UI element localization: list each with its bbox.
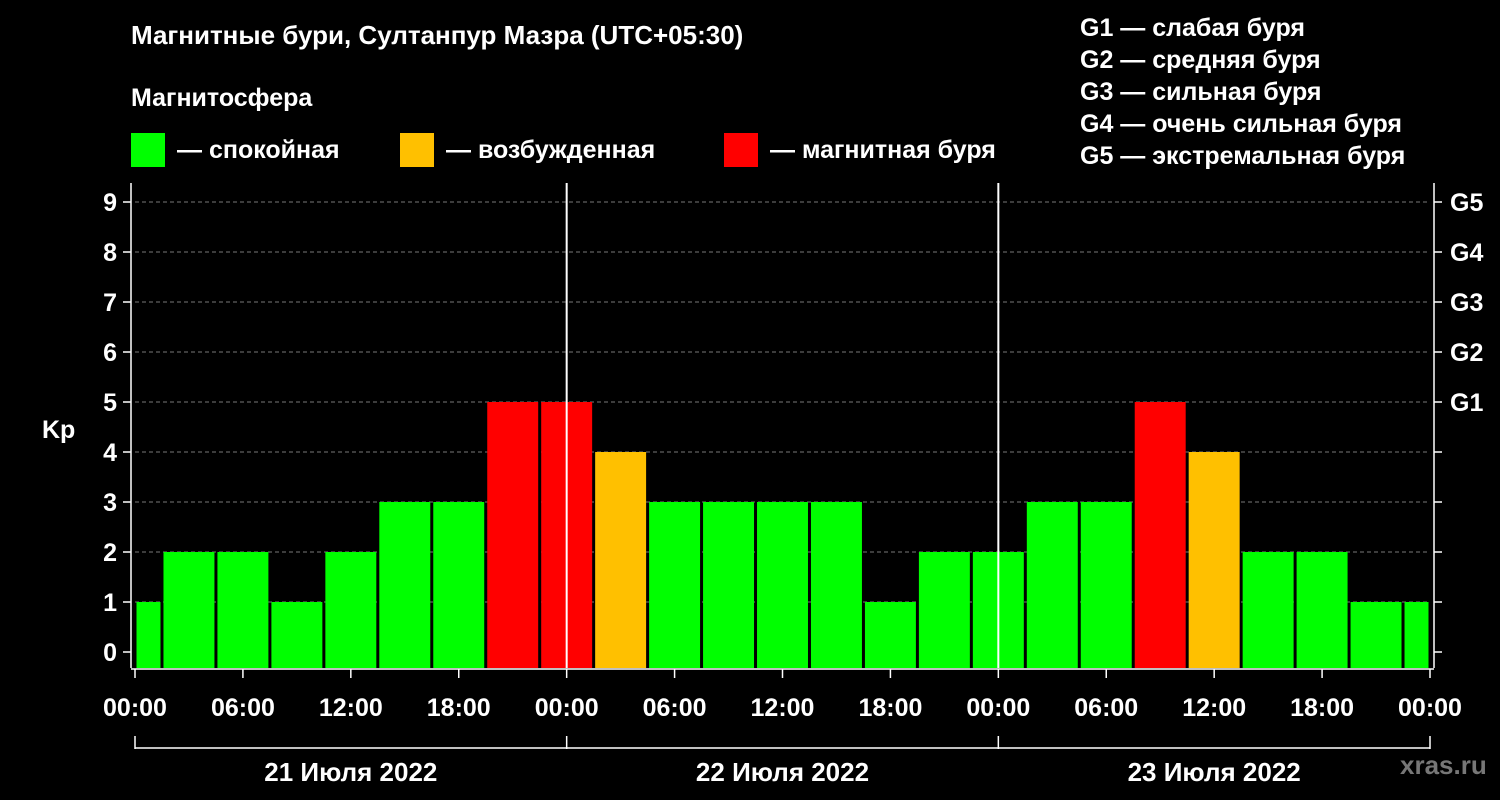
kp-bar <box>649 502 701 668</box>
x-tick-label: 12:00 <box>319 694 383 722</box>
y-tick-label: 9 <box>103 189 117 217</box>
x-tick-label: 00:00 <box>103 694 167 722</box>
x-tick-label: 00:00 <box>535 694 599 722</box>
kp-bar-chart: 0 1 2 3 4 5 6 7 8 9 G1 G2 G3 G4 G5 Kp 00:00 06:00 12:00 18:… <box>42 183 1483 787</box>
kp-bar <box>271 602 323 668</box>
y-tick-label: 6 <box>103 339 117 367</box>
x-tick-label: 18:00 <box>858 694 922 722</box>
kp-bar <box>864 602 916 668</box>
kp-bar <box>1188 452 1240 668</box>
y-tick-label: 7 <box>103 289 117 317</box>
y-axis-label: Kp <box>42 416 75 444</box>
x-tick-label: 06:00 <box>643 694 707 722</box>
day-label: 22 Июля 2022 <box>696 757 869 787</box>
kp-bar <box>918 552 970 668</box>
day-label: 21 Июля 2022 <box>264 757 437 787</box>
x-tick-label: 12:00 <box>1182 694 1246 722</box>
x-tick-label: 00:00 <box>966 694 1030 722</box>
x-tick-label: 18:00 <box>427 694 491 722</box>
watermark: xras.ru <box>1400 750 1487 780</box>
kp-bar <box>1026 502 1078 668</box>
kp-bar <box>379 502 431 668</box>
y-tick-label: 2 <box>103 539 117 567</box>
x-tick-label: 06:00 <box>1074 694 1138 722</box>
g-scale-tick-label: G2 <box>1450 339 1483 367</box>
kp-bar <box>163 552 215 668</box>
y-tick-label: 5 <box>103 389 117 417</box>
kp-bar <box>1350 602 1402 668</box>
day-label: 23 Июля 2022 <box>1128 757 1301 787</box>
kp-bar <box>433 502 485 668</box>
g-scale-tick-label: G3 <box>1450 289 1483 317</box>
g-scale-tick-label: G1 <box>1450 389 1483 417</box>
kp-bar <box>217 552 269 668</box>
kp-bar <box>1242 552 1294 668</box>
kp-bar <box>595 452 647 668</box>
x-tick-label: 06:00 <box>211 694 275 722</box>
kp-bar <box>1404 602 1429 668</box>
x-tick-label: 18:00 <box>1290 694 1354 722</box>
x-tick-label: 12:00 <box>751 694 815 722</box>
x-tick-label: 00:00 <box>1398 694 1462 722</box>
kp-bar <box>325 552 377 668</box>
g-scale-tick-label: G4 <box>1450 239 1483 267</box>
kp-bar <box>1080 502 1132 668</box>
g-scale-tick-label: G5 <box>1450 189 1483 217</box>
kp-bar <box>487 402 539 668</box>
y-tick-label: 8 <box>103 239 117 267</box>
kp-bar <box>1134 402 1186 668</box>
y-tick-label: 4 <box>103 439 117 467</box>
y-tick-label: 1 <box>103 589 117 617</box>
kp-bar <box>703 502 755 668</box>
kp-bar <box>1296 552 1348 668</box>
y-tick-label: 3 <box>103 489 117 517</box>
kp-bar <box>810 502 862 668</box>
kp-bar <box>757 502 808 668</box>
y-tick-label: 0 <box>103 639 117 667</box>
kp-bar <box>136 602 161 668</box>
